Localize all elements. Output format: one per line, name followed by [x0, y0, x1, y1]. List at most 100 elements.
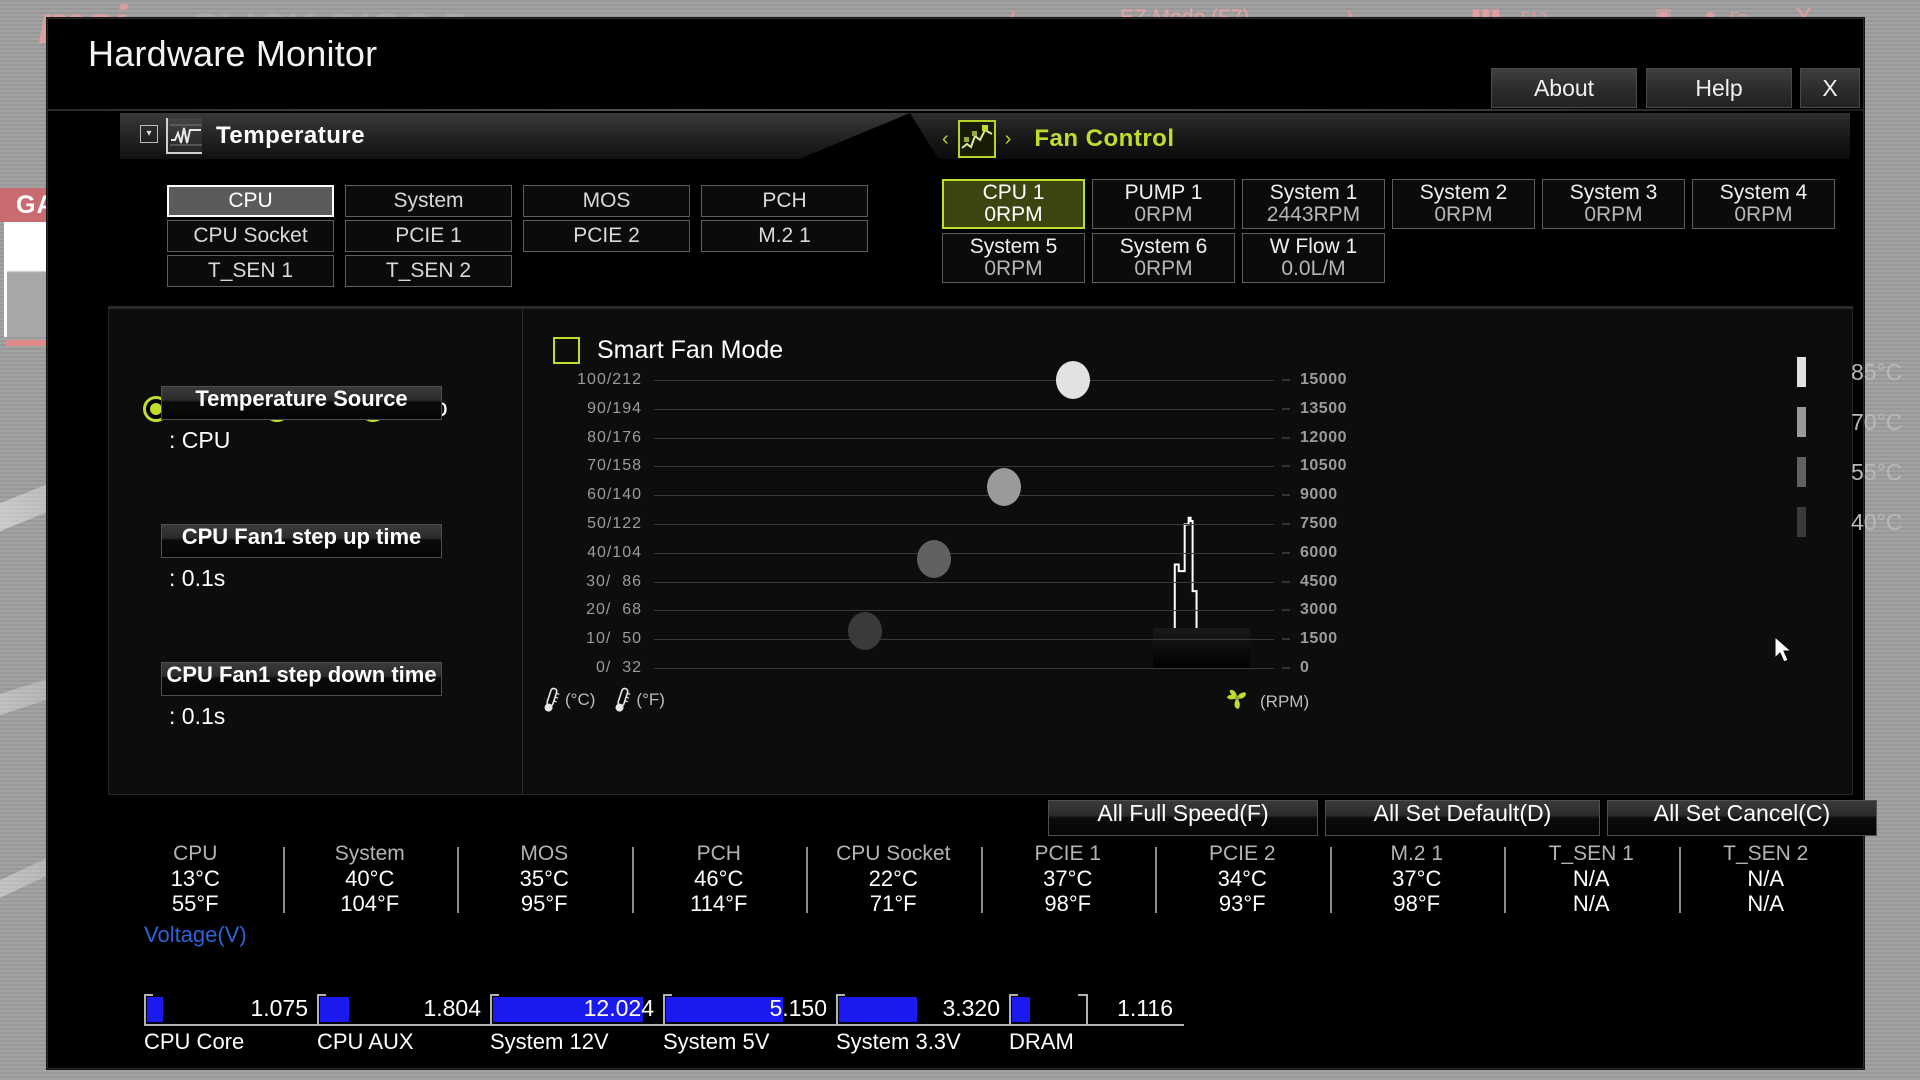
chart-gridline [654, 639, 1274, 640]
temp-summary-system: System40°C104°F [283, 843, 458, 915]
fan-button-name: CPU 1 [983, 182, 1045, 204]
fan-curve-handle-3[interactable] [917, 540, 951, 578]
temp-source-button-pch[interactable]: PCH [701, 185, 868, 217]
temp-summary-m-2-1: M.2 137°C98°F [1330, 843, 1505, 915]
voltage-bracket [836, 994, 838, 1024]
fan-button-system-6[interactable]: System 60RPM [1092, 233, 1235, 283]
chart-y2-tick-mark [1282, 408, 1290, 409]
temp-summary-fahrenheit: 104°F [340, 891, 399, 916]
voltage-value: 12.024 [584, 995, 654, 1022]
smart-fan-mode-toggle[interactable]: Smart Fan Mode [553, 336, 783, 365]
temp-summary-name: T_SEN 1 [1549, 842, 1634, 866]
temp-source-button-cpu-socket[interactable]: CPU Socket [167, 220, 334, 252]
voltage-bracket-cap [663, 994, 672, 996]
chart-y-tick-label: 10/ 50 [586, 630, 642, 648]
fan-button-system-3[interactable]: System 30RPM [1542, 179, 1685, 229]
voltage-end-bracket [1086, 994, 1088, 1024]
chart-y2-tick-mark [1282, 610, 1290, 611]
chart-gridline [654, 668, 1274, 669]
chart-y2-tick-label: 3000 [1300, 601, 1338, 619]
temp-source-button-t-sen-2[interactable]: T_SEN 2 [345, 255, 512, 287]
temperature-section-header: ▾ Temperature [120, 113, 910, 159]
fan-button-value: 0RPM [1134, 204, 1192, 226]
fan-button-system-1[interactable]: System 12443RPM [1242, 179, 1385, 229]
fan-button-w-flow-1[interactable]: W Flow 10.0L/M [1242, 233, 1385, 283]
fan-curve-handle-4[interactable] [848, 612, 882, 650]
chart-y2-tick-label: 6000 [1300, 544, 1338, 562]
temp-source-button-t-sen-1[interactable]: T_SEN 1 [167, 255, 334, 287]
chart-y2-tick-label: 7500 [1300, 515, 1338, 533]
chart-y2-tick-mark [1282, 581, 1290, 582]
fan-button-value: 0RPM [984, 258, 1042, 280]
setting-value-cpu-fan1-step-up-time: : 0.1s [169, 565, 225, 592]
fan-button-system-5[interactable]: System 50RPM [942, 233, 1085, 283]
close-button[interactable]: X [1800, 68, 1860, 108]
chart-y-tick-label: 20/ 68 [586, 601, 642, 619]
all-set-cancel-button[interactable]: All Set Cancel(C) [1607, 800, 1877, 836]
voltage-end-bracket-cap [1078, 994, 1088, 996]
setting-button-temperature-source[interactable]: Temperature Source [161, 386, 442, 420]
voltage-bracket [1009, 994, 1011, 1024]
chart-y-tick-label: 70/158 [587, 457, 642, 475]
voltage-bar-fill [1012, 997, 1030, 1022]
chart-y2-tick-mark [1282, 437, 1290, 438]
fan-button-system-2[interactable]: System 20RPM [1392, 179, 1535, 229]
fan-curve-handle-1[interactable] [1056, 361, 1090, 399]
setting-button-cpu-fan1-step-up-time[interactable]: CPU Fan1 step up time [161, 524, 442, 558]
fan-curve-handle-2[interactable] [987, 468, 1021, 506]
legend-swatch [1797, 357, 1806, 387]
history-fill [1153, 628, 1250, 668]
all-set-default-button[interactable]: All Set Default(D) [1325, 800, 1600, 836]
prev-page-icon[interactable]: ‹ [942, 128, 949, 151]
legend-swatch [1797, 507, 1806, 537]
about-button[interactable]: About [1491, 68, 1637, 108]
temp-source-button-cpu[interactable]: CPU [167, 185, 334, 217]
celsius-unit-label: (°C) [565, 690, 595, 710]
legend-row: 55°C131°F38% [1797, 457, 1920, 487]
all-full-speed-button[interactable]: All Full Speed(F) [1048, 800, 1318, 836]
voltage-item-cpu-aux: 1.804CPU AUX [317, 994, 487, 1024]
chart-y2-tick-label: 13500 [1300, 400, 1347, 418]
temp-summary-name: MOS [520, 842, 568, 866]
chart-gridline [654, 582, 1274, 583]
fan-button-name: System 2 [1420, 182, 1508, 204]
voltage-bracket-cap [317, 994, 326, 996]
temperature-axis-legend: (°C) (°F) [542, 687, 683, 713]
fan-curve-pane: Smart Fan Mode 100/2121500090/1941350080… [524, 309, 1852, 794]
legend-row: 85°C185°F100% [1797, 357, 1920, 387]
voltage-item-system-3.3v: 3.320System 3.3V [836, 994, 1006, 1024]
chart-y2-tick-mark [1282, 668, 1290, 669]
voltage-bracket-cap [1009, 994, 1018, 996]
voltage-bar-fill [320, 997, 349, 1022]
temp-source-button-pcie-2[interactable]: PCIE 2 [523, 220, 690, 252]
fan-button-pump-1[interactable]: PUMP 10RPM [1092, 179, 1235, 229]
temp-source-button-m-2-1[interactable]: M.2 1 [701, 220, 868, 252]
temp-summary-cpu-socket: CPU Socket22°C71°F [806, 843, 981, 915]
fan-control-panel: PWMDCAuto Temperature Source: CPUCPU Fan… [108, 308, 1853, 795]
fan-button-name: PUMP 1 [1125, 182, 1203, 204]
chart-gridline [654, 610, 1274, 611]
temp-source-button-pcie-1[interactable]: PCIE 1 [345, 220, 512, 252]
smart-fan-mode-label: Smart Fan Mode [597, 336, 783, 365]
temp-source-button-mos[interactable]: MOS [523, 185, 690, 217]
smart-fan-checkbox[interactable] [553, 337, 580, 364]
expand-collapse-icon[interactable]: ▾ [140, 125, 158, 143]
fahrenheit-unit-label: (°F) [636, 690, 665, 710]
temp-source-button-system[interactable]: System [345, 185, 512, 217]
chart-gridline [654, 380, 1274, 381]
chart-y2-tick-mark [1282, 524, 1290, 525]
fan-curve-plot[interactable]: 100/2121500090/1941350080/1761200070/158… [654, 380, 1274, 668]
fan-button-system-4[interactable]: System 40RPM [1692, 179, 1835, 229]
setting-button-cpu-fan1-step-down-time[interactable]: CPU Fan1 step down time [161, 662, 442, 696]
page-title: Hardware Monitor [88, 33, 377, 75]
temp-summary-fahrenheit: 95°F [521, 891, 568, 916]
voltage-bar-fill [147, 997, 163, 1022]
voltage-item-cpu-core: 1.075CPU Core [144, 994, 314, 1024]
voltage-label: System 3.3V [836, 1029, 961, 1055]
help-button[interactable]: Help [1646, 68, 1792, 108]
fan-button-cpu-1[interactable]: CPU 10RPM [942, 179, 1085, 229]
voltage-bracket-cap [144, 994, 153, 996]
fan-button-name: System 3 [1570, 182, 1658, 204]
next-page-icon[interactable]: › [1005, 128, 1012, 151]
temp-summary-fahrenheit: 98°F [1393, 891, 1440, 916]
